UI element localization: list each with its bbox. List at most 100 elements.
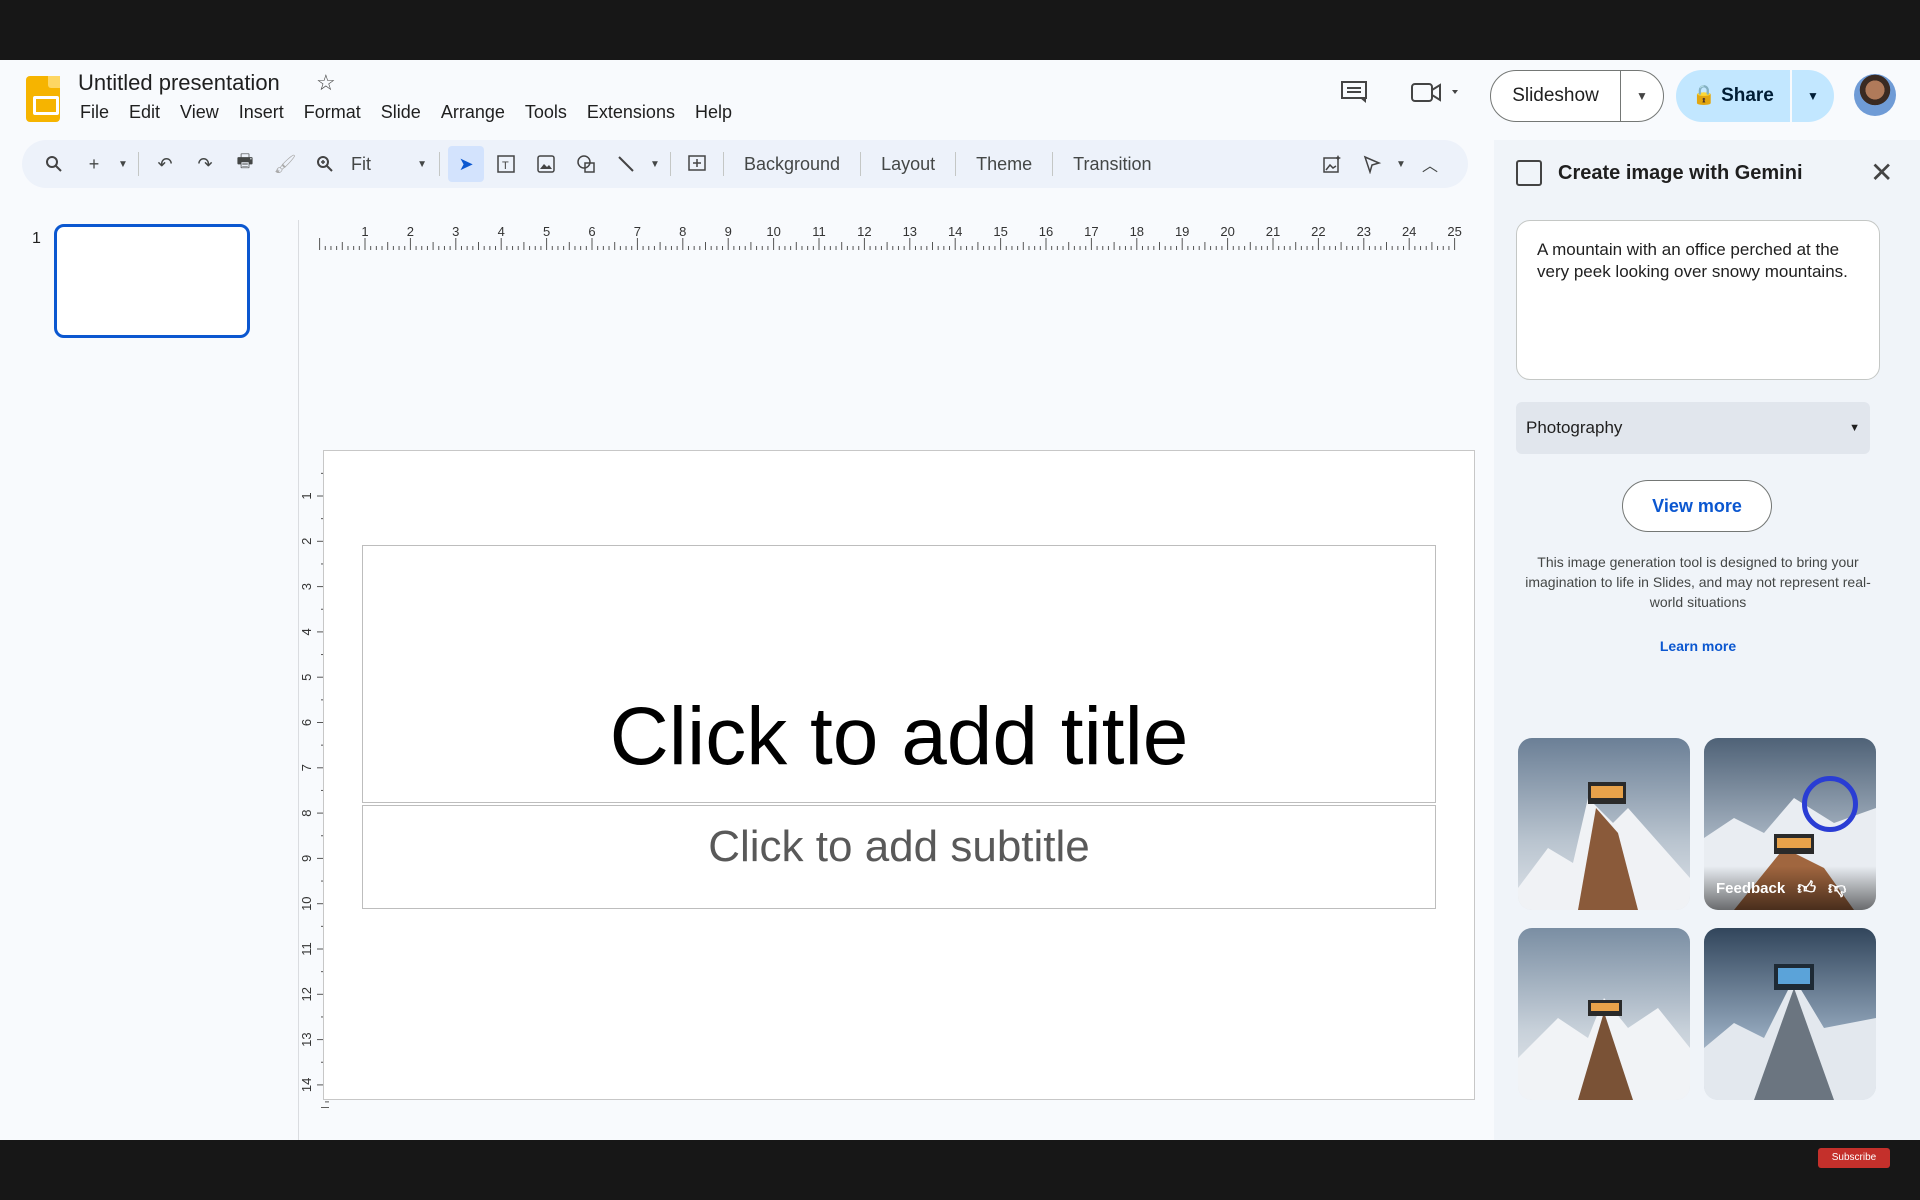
slides-logo-icon[interactable]: [26, 76, 60, 122]
paint-format-icon[interactable]: 🖌: [267, 146, 303, 182]
avatar[interactable]: [1854, 74, 1896, 116]
theme-button[interactable]: Theme: [962, 154, 1046, 175]
style-select[interactable]: Photography ▼: [1516, 402, 1870, 454]
view-more-button[interactable]: View more: [1622, 480, 1772, 532]
line-dropdown-icon[interactable]: ▼: [648, 146, 662, 182]
line-icon[interactable]: [608, 146, 644, 182]
prompt-input[interactable]: A mountain with an office perched at the…: [1516, 220, 1880, 380]
pointer-dropdown-icon[interactable]: ▼: [1394, 146, 1408, 182]
generated-image-4[interactable]: [1704, 928, 1876, 1100]
ruler-label: 5: [299, 674, 314, 681]
ruler-label: 18: [1130, 224, 1144, 239]
slideshow-label[interactable]: Slideshow: [1491, 71, 1621, 121]
ruler-label: 16: [1039, 224, 1053, 239]
subscribe-badge[interactable]: Subscribe: [1818, 1148, 1890, 1168]
add-comment-icon[interactable]: [679, 146, 715, 182]
new-slide-icon[interactable]: +: [76, 146, 112, 182]
thumbs-down-icon[interactable]: 👎︎: [1828, 877, 1846, 899]
document-title[interactable]: Untitled presentation: [78, 70, 280, 96]
ruler-label: 9: [299, 855, 314, 862]
text-box-icon[interactable]: T: [488, 146, 524, 182]
feedback-label: Feedback: [1716, 879, 1786, 897]
gemini-image-panel: Create image with Gemini ✕ A mountain wi…: [1494, 140, 1920, 1140]
ruler-label: 2: [299, 538, 314, 545]
ruler-label: 15: [993, 224, 1007, 239]
generated-image-3[interactable]: [1518, 928, 1690, 1100]
zoom-select[interactable]: Fit ▼: [347, 146, 431, 182]
video-letterbox-bottom: [0, 1140, 1920, 1200]
star-icon[interactable]: ☆: [316, 70, 336, 96]
ruler-label: 21: [1266, 224, 1280, 239]
zoom-icon[interactable]: [307, 146, 343, 182]
ruler-label: 10: [299, 896, 314, 910]
undo-icon[interactable]: ↶: [147, 146, 183, 182]
zoom-value: Fit: [351, 153, 371, 174]
ruler-label: 13: [299, 1032, 314, 1046]
share-label[interactable]: 🔒 Share: [1676, 70, 1792, 122]
menu-tools[interactable]: Tools: [515, 102, 577, 123]
ruler-label: 1: [361, 224, 368, 239]
comments-icon[interactable]: [1340, 80, 1370, 104]
slide-canvas[interactable]: Click to add title Click to add subtitle: [323, 450, 1475, 1100]
menu-insert[interactable]: Insert: [229, 102, 294, 123]
divider: [1052, 152, 1054, 176]
ruler-label: 3: [452, 224, 459, 239]
divider: [138, 152, 139, 176]
background-button[interactable]: Background: [730, 154, 854, 175]
ruler-label: 4: [299, 628, 314, 635]
generated-image-2[interactable]: Feedback 👍︎ 👎︎: [1704, 738, 1876, 910]
redo-icon[interactable]: ↷: [187, 146, 223, 182]
ruler-label: 5: [543, 224, 550, 239]
ruler-label: 4: [498, 224, 505, 239]
shape-icon[interactable]: [568, 146, 604, 182]
subtitle-placeholder[interactable]: Click to add subtitle: [362, 805, 1436, 909]
toolbar: + ▼ ↶ ↷ 🖶 🖌 Fit ▼ ➤ T ▼ Background Layou…: [22, 140, 1468, 188]
ruler-label: 11: [299, 942, 314, 956]
ruler-label: 8: [679, 224, 686, 239]
insert-image-icon[interactable]: [528, 146, 564, 182]
divider: [723, 152, 724, 176]
ruler-label: 8: [299, 809, 314, 816]
slides-app: Untitled presentation ☆ File Edit View Inse…: [0, 60, 1920, 1140]
menu-edit[interactable]: Edit: [119, 102, 170, 123]
ruler-label: 12: [857, 224, 871, 239]
ruler-label: 11: [812, 224, 826, 239]
select-cursor-icon[interactable]: ➤: [448, 146, 484, 182]
share-dropdown-icon[interactable]: ▼: [1792, 89, 1834, 103]
pointer-icon[interactable]: [1354, 146, 1390, 182]
slide-thumbnail[interactable]: [54, 224, 250, 338]
meet-camera-icon[interactable]: [1410, 80, 1466, 106]
ruler-label: 22: [1311, 224, 1325, 239]
create-image-icon[interactable]: [1314, 146, 1350, 182]
menu-help[interactable]: Help: [685, 102, 742, 123]
share-button[interactable]: 🔒 Share ▼: [1676, 70, 1834, 122]
menu-extensions[interactable]: Extensions: [577, 102, 685, 123]
search-menus-icon[interactable]: [36, 146, 72, 182]
transition-button[interactable]: Transition: [1059, 154, 1165, 175]
ruler-label: 6: [299, 719, 314, 726]
menu-view[interactable]: View: [170, 102, 229, 123]
slideshow-dropdown-icon[interactable]: ▼: [1621, 89, 1663, 103]
menu-bar: File Edit View Insert Format Slide Arrange Tool…: [70, 102, 742, 123]
collapse-toolbar-icon[interactable]: ︿: [1412, 146, 1448, 182]
title-placeholder[interactable]: Click to add title: [362, 545, 1436, 803]
close-icon[interactable]: ✕: [1870, 156, 1893, 189]
horizontal-ruler[interactable]: 1 2 3 4 5 6 7 8 9 10 11 12 13 14 15 16 17 18 19 20 21 22 23 24 2…: [319, 220, 1473, 250]
generated-image-1[interactable]: [1518, 738, 1690, 910]
thumbs-up-icon[interactable]: 👍︎: [1797, 877, 1816, 899]
menu-arrange[interactable]: Arrange: [431, 102, 515, 123]
chevron-down-icon: ▼: [1849, 422, 1860, 434]
ruler-label: 13: [903, 224, 917, 239]
new-slide-dropdown-icon[interactable]: ▼: [116, 146, 130, 182]
print-icon[interactable]: 🖶: [227, 146, 263, 182]
ruler-label: 14: [299, 1078, 314, 1092]
slideshow-button[interactable]: Slideshow ▼: [1490, 70, 1664, 122]
ruler-label: 17: [1084, 224, 1098, 239]
ruler-label: 19: [1175, 224, 1189, 239]
layout-button[interactable]: Layout: [867, 154, 949, 175]
menu-slide[interactable]: Slide: [371, 102, 431, 123]
divider: [670, 152, 671, 176]
menu-file[interactable]: File: [70, 102, 119, 123]
learn-more-link[interactable]: Learn more: [1516, 638, 1880, 654]
menu-format[interactable]: Format: [294, 102, 371, 123]
